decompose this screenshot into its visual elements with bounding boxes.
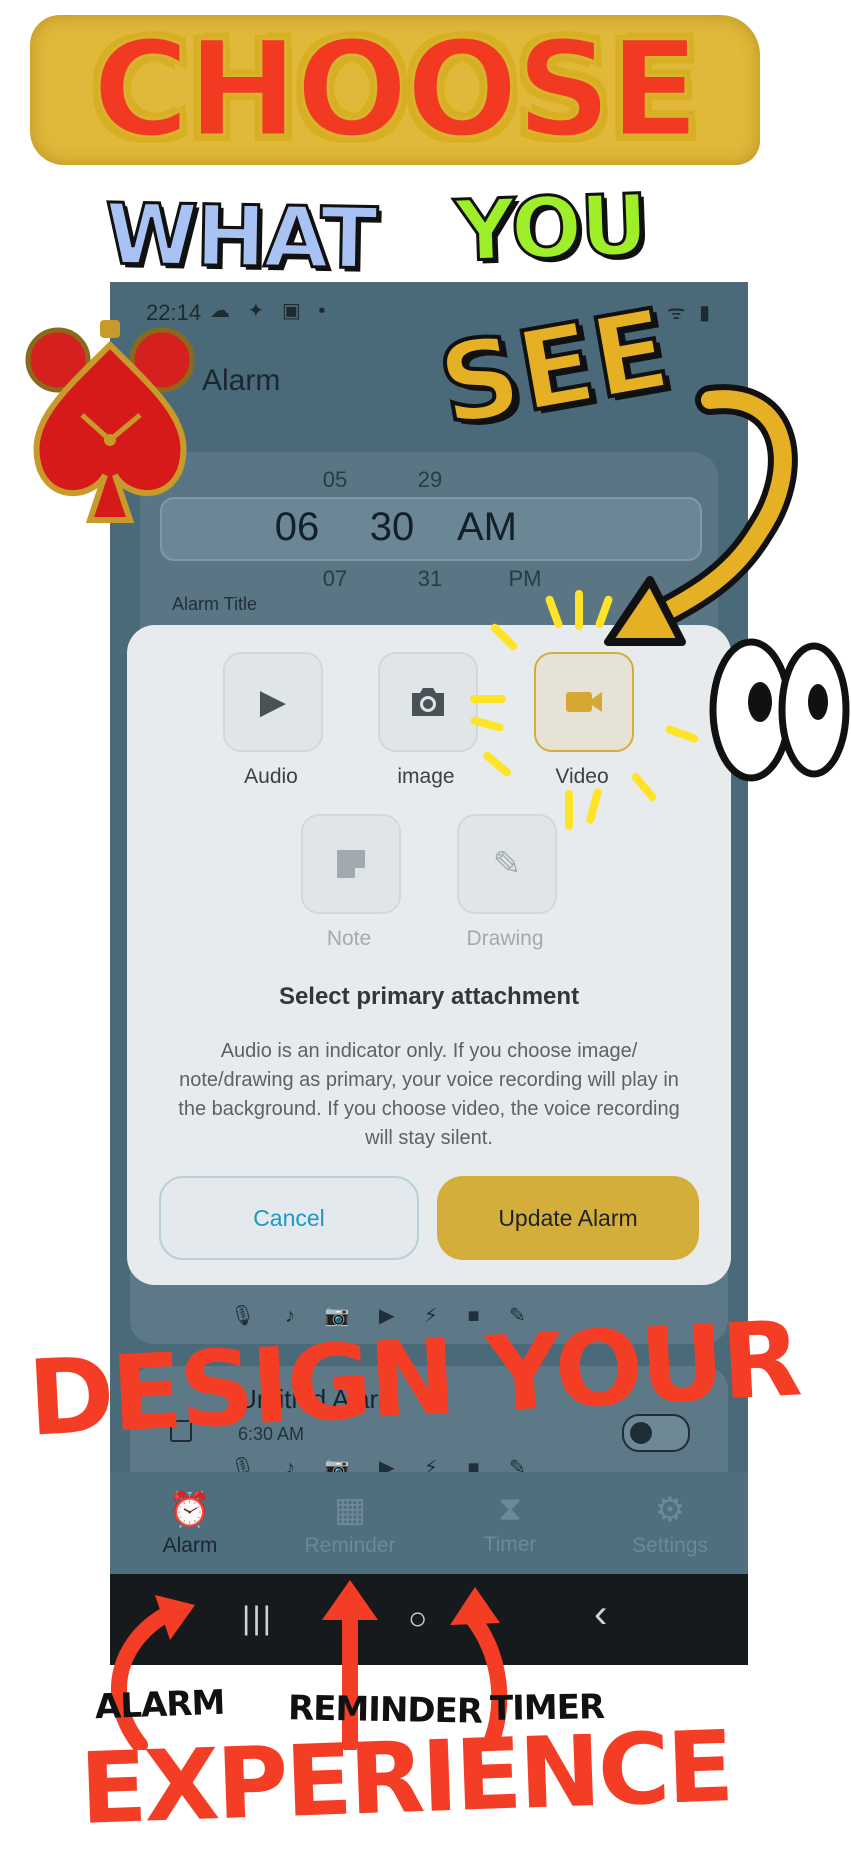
dialog-description: Audio is an indicator only. If you choos… [178,1040,680,1149]
picker-minute[interactable]: 30 [347,505,437,550]
calendar-icon: ▦ [333,1491,367,1529]
headline-you: YOU [452,174,650,282]
nav-label-reminder: Reminder [304,1534,396,1557]
picker-prev-minute: 29 [417,467,443,492]
nav-label-alarm: Alarm [162,1534,218,1557]
option-note[interactable] [301,814,401,914]
picker-hour[interactable]: 06 [252,505,342,550]
pencil-icon: ✎ [492,845,522,883]
bottom-navigation: ⏰ Alarm ▦ Reminder ⧗ Timer ⚙ Settings [110,1472,748,1574]
nav-label-timer: Timer [483,1533,537,1556]
nav-item-timer[interactable]: ⧗ Timer [430,1472,590,1574]
picker-next-period: PM [508,566,542,591]
nav-item-reminder[interactable]: ▦ Reminder [270,1472,430,1574]
note-icon [337,850,365,878]
option-image[interactable] [378,652,478,752]
alarm-title-label: Alarm Title [172,594,258,614]
status-icons-left: ☁ ✦ ▣ • [210,300,332,322]
headline-choose: CHOOSE [30,12,760,169]
gear-icon: ⚙ [654,1491,686,1529]
headline-what: WHAT [103,184,378,290]
dialog-title: Select primary attachment [278,983,580,1010]
update-alarm-button[interactable]: Update Alarm [437,1176,699,1260]
cartoon-eyes-icon [709,638,850,782]
picker-prev-hour: 05 [322,467,348,492]
cancel-button[interactable]: Cancel [159,1176,419,1260]
back-button[interactable]: ‹ [594,1592,607,1637]
alarm-clock-icon: ⏰ [168,1491,212,1529]
picker-next-hour: 07 [322,566,348,591]
play-icon: ▶ [259,683,287,721]
picker-period[interactable]: AM [442,505,532,550]
app-bar-title: Alarm [202,364,281,397]
option-audio[interactable]: ▶ [223,652,323,752]
hourglass-icon: ⧗ [498,1490,522,1528]
option-audio-label: Audio [244,765,298,788]
nav-item-settings[interactable]: ⚙ Settings [590,1472,748,1574]
option-drawing-label: Drawing [466,927,544,950]
headline-experience: EXPERIENCE [78,1710,733,1847]
alarm-clock-spade-icon [25,320,195,523]
option-note-label: Note [326,927,372,950]
caption-alarm: ALARM [94,1682,225,1728]
camera-icon [412,688,444,716]
picker-next-minute: 31 [417,566,443,591]
nav-item-alarm[interactable]: ⏰ Alarm [110,1472,270,1574]
nav-label-settings: Settings [632,1534,708,1557]
